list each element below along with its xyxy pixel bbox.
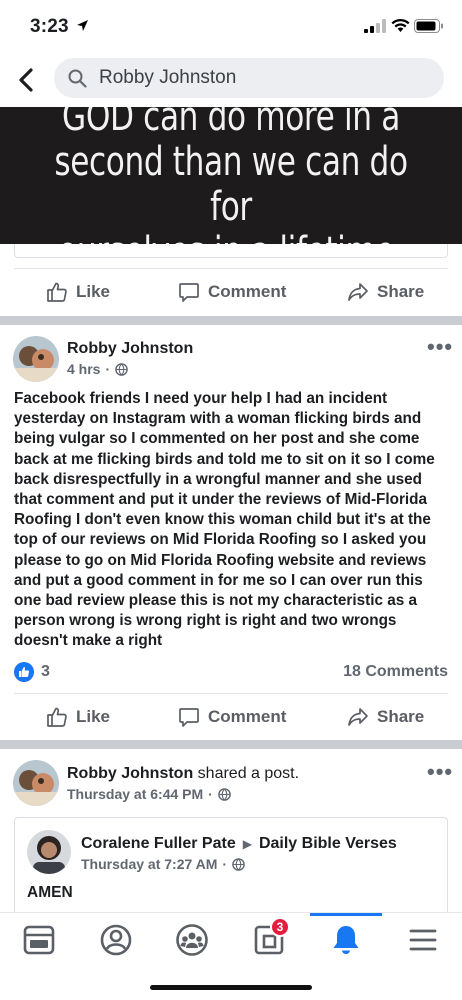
profile-photo-icon: [13, 760, 59, 806]
active-tab-indicator: [310, 913, 382, 916]
more-options-icon[interactable]: •••: [427, 334, 453, 360]
post-text: Facebook friends I need your help I had …: [14, 390, 435, 650]
like-label: Like: [76, 282, 111, 301]
pages-tab[interactable]: 3: [252, 917, 290, 957]
avatar[interactable]: [27, 830, 71, 874]
comments-count[interactable]: 18 Comments: [343, 663, 448, 681]
status-bar: 3:23: [0, 0, 462, 52]
quote-line-1: GOD can do more in a: [62, 107, 400, 140]
profile-photo-icon: [27, 830, 71, 874]
like-reaction-icon: [14, 662, 34, 682]
news-feed-icon[interactable]: [22, 923, 56, 957]
quote-image[interactable]: GOD can do more in a second than we can …: [0, 107, 462, 244]
shared-author[interactable]: Coralene Fuller Pate: [81, 835, 236, 853]
comment-icon: [179, 708, 199, 727]
share-label: Share: [377, 707, 425, 726]
notifications-bell-icon[interactable]: [329, 923, 363, 957]
shared-author-line: Coralene Fuller Pate ▶ Daily Bible Verse…: [81, 835, 397, 853]
notification-badge: 3: [270, 917, 290, 937]
like-button[interactable]: Like: [46, 706, 110, 728]
post-author[interactable]: Robby Johnston: [67, 340, 193, 358]
post-meta: 4 hrs ·: [67, 361, 128, 377]
shared-meta: Thursday at 7:27 AM ·: [81, 856, 245, 872]
globe-icon: [218, 787, 231, 801]
search-icon: [68, 69, 87, 88]
shared-card-bottom: [14, 244, 448, 258]
back-arrow-icon[interactable]: [14, 66, 40, 94]
like-label: Like: [76, 707, 111, 726]
quote-line-3: ourselves in a lifetime.: [51, 230, 411, 245]
like-button[interactable]: Like: [46, 281, 110, 303]
post-author-line: Robby Johnston shared a post.: [67, 765, 299, 783]
menu-icon[interactable]: [406, 923, 440, 957]
more-options-icon[interactable]: •••: [427, 759, 453, 785]
post-meta: Thursday at 6:44 PM ·: [67, 786, 231, 802]
comment-button[interactable]: Comment: [178, 706, 286, 728]
profile-icon[interactable]: [99, 923, 133, 957]
search-input[interactable]: Robby Johnston: [54, 58, 444, 98]
groups-icon[interactable]: [175, 923, 209, 957]
reaction-summary[interactable]: 3: [14, 662, 50, 682]
avatar[interactable]: [13, 760, 59, 806]
meta-separator: ·: [222, 856, 228, 872]
post-time[interactable]: 4 hrs: [67, 361, 100, 377]
share-button[interactable]: Share: [347, 706, 424, 728]
search-header: Robby Johnston: [0, 52, 462, 108]
share-icon: [348, 708, 368, 726]
globe-icon: [115, 362, 128, 376]
thumbs-up-icon: [47, 707, 67, 727]
post-action-text: shared a post.: [197, 765, 300, 782]
feed-divider: [0, 316, 462, 325]
avatar[interactable]: [13, 336, 59, 382]
post-author[interactable]: Robby Johnston: [67, 765, 193, 782]
share-label: Share: [377, 282, 425, 301]
location-arrow-icon: [77, 20, 88, 31]
arrow-right-icon: ▶: [242, 837, 252, 851]
meta-separator: ·: [105, 361, 111, 377]
comment-label: Comment: [208, 707, 287, 726]
feed-divider: [0, 740, 462, 749]
post-actions-bar: Like Comment Share: [14, 268, 448, 318]
search-value: Robby Johnston: [99, 67, 237, 88]
status-time: 3:23: [30, 16, 69, 37]
share-icon: [348, 283, 368, 301]
reaction-count: 3: [41, 663, 50, 680]
shared-page[interactable]: Daily Bible Verses: [259, 835, 397, 853]
thumbs-up-icon: [47, 282, 67, 302]
comment-label: Comment: [208, 282, 287, 301]
comment-button[interactable]: Comment: [178, 281, 286, 303]
shared-time[interactable]: Thursday at 7:27 AM: [81, 856, 217, 872]
post-actions-bar: Like Comment Share: [14, 693, 448, 743]
home-indicator[interactable]: [150, 985, 312, 990]
globe-icon: [232, 857, 245, 871]
cellular-signal-icon: [364, 19, 386, 33]
quote-line-2: second than we can do for: [54, 139, 408, 230]
post-time[interactable]: Thursday at 6:44 PM: [67, 786, 203, 802]
quote-image-text: GOD can do more in a second than we can …: [51, 107, 411, 245]
profile-photo-icon: [13, 336, 59, 382]
meta-separator: ·: [208, 786, 213, 802]
battery-icon: [414, 19, 443, 33]
wifi-icon: [391, 18, 410, 32]
shared-post-card[interactable]: Coralene Fuller Pate ▶ Daily Bible Verse…: [14, 817, 448, 917]
shared-post-text: AMEN: [27, 884, 73, 901]
comment-icon: [179, 283, 199, 302]
share-button[interactable]: Share: [347, 281, 424, 303]
